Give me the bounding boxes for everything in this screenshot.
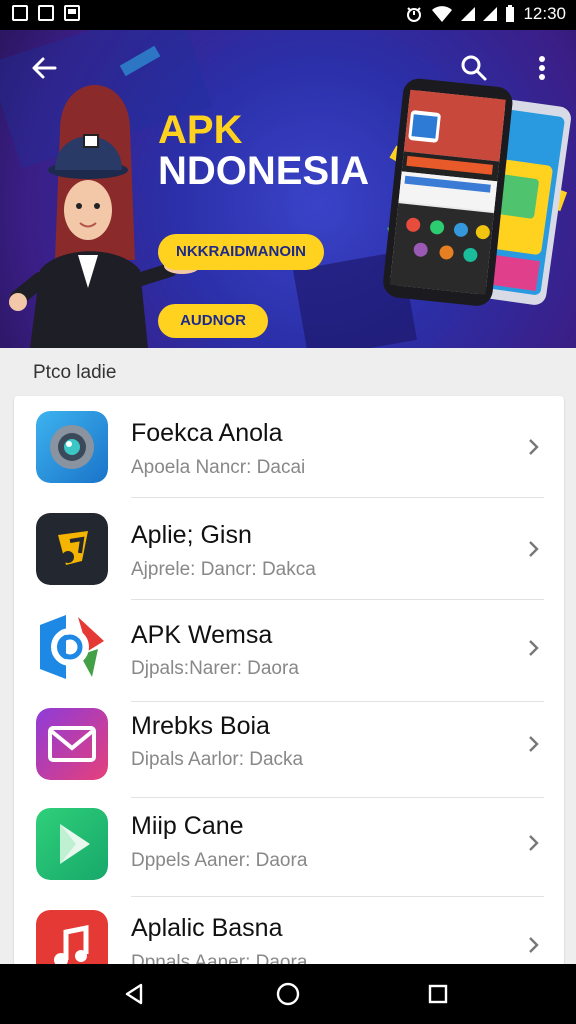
image-notification-icon: [38, 5, 54, 21]
music-note-app-icon: [36, 910, 108, 966]
signal-icon-2: [483, 7, 498, 21]
back-arrow-icon: [32, 57, 57, 79]
list-item[interactable]: Foekca Anola Apoela Nancr: Dacai: [14, 396, 564, 498]
status-time: 12:30: [523, 4, 566, 23]
divider: [131, 896, 544, 897]
banner-title-line1: APK: [158, 108, 243, 152]
signal-icon: [461, 7, 476, 21]
search-icon: [461, 55, 487, 81]
app-subtitle: Ajprele: Dancr: Dakca: [131, 559, 316, 580]
play-app-icon: [36, 808, 108, 880]
list-item[interactable]: Mrebks Boia Dipals Aarlor: Dacka: [14, 702, 564, 804]
alarm-icon: [407, 7, 422, 22]
camera-settings-app-icon: [36, 411, 108, 483]
music-app-icon: [36, 513, 108, 585]
chevron-right-icon: [529, 439, 539, 455]
navigation-bar: [0, 964, 576, 1024]
triangle-back-icon: [125, 983, 143, 1005]
mail-app-icon: [36, 708, 108, 780]
list-item[interactable]: APK Wemsa Djpals:Narer: Daora: [14, 600, 564, 702]
section-header: Ptco ladie: [33, 362, 117, 383]
notification-icon: [12, 5, 28, 21]
app-title: Mrebks Boia: [131, 712, 270, 740]
app-title: Aplalic Basna: [131, 914, 283, 942]
back-button[interactable]: [20, 44, 68, 92]
chevron-right-icon: [529, 640, 539, 656]
banner-title: APK NDONESIA: [158, 110, 369, 192]
chevron-right-icon: [529, 937, 539, 953]
square-recents-icon: [428, 984, 448, 1004]
search-button[interactable]: [450, 44, 498, 92]
banner-title-line2: NDONESIA: [158, 148, 370, 193]
nav-home-button[interactable]: [264, 970, 312, 1018]
list-item[interactable]: Aplie; Gisn Ajprele: Dancr: Dakca: [14, 498, 564, 600]
app-subtitle: Djpals:Narer: Daora: [131, 658, 299, 679]
list-item[interactable]: Miip Cane Dppels Aaner: Daora: [14, 798, 564, 900]
battery-icon: [506, 5, 515, 22]
circle-home-icon: [276, 982, 300, 1006]
app-subtitle: Dipals Aarlor: Dacka: [131, 749, 304, 770]
more-vert-icon: [539, 56, 545, 80]
app-title: Aplie; Gisn: [131, 521, 252, 549]
list-item[interactable]: Aplalic Basna Dpnals Aaner: Daora: [14, 898, 564, 966]
banner-pill-secondary[interactable]: AUDNOR: [158, 304, 268, 338]
overflow-menu-button[interactable]: [518, 44, 566, 92]
app-title: APK Wemsa: [131, 621, 273, 649]
banner-pill-primary[interactable]: NKKRAIDMANOIN: [158, 234, 324, 270]
app-subtitle: Dppels Aaner: Daora: [131, 850, 308, 871]
chevron-right-icon: [529, 835, 539, 851]
browser-app-icon: [36, 611, 108, 683]
app-list: Foekca Anola Apoela Nancr: Dacai Aplie; …: [14, 396, 564, 966]
app-subtitle: Apoela Nancr: Dacai: [131, 457, 306, 478]
app-bar: [0, 30, 576, 106]
wifi-icon: [432, 6, 453, 22]
message-notification-icon: [64, 5, 80, 21]
chevron-right-icon: [529, 736, 539, 752]
status-bar: 12:30: [0, 0, 576, 30]
nav-recents-button[interactable]: [414, 970, 462, 1018]
nav-back-button[interactable]: [110, 970, 158, 1018]
app-title: Foekca Anola: [131, 419, 283, 447]
chevron-right-icon: [529, 541, 539, 557]
app-title: Miip Cane: [131, 812, 244, 840]
